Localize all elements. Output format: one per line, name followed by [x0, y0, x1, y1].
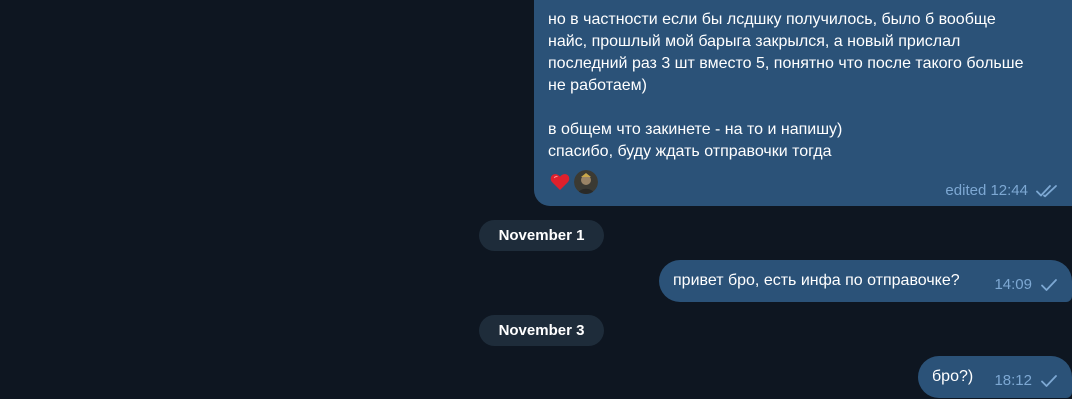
message-time: edited 12:44 [945, 182, 1028, 199]
date-separator: November 1 [479, 220, 604, 251]
message-meta: edited 12:44 [945, 180, 1058, 202]
outgoing-message-bubble[interactable]: бро?) 18:12 [918, 356, 1072, 398]
double-check-icon [1036, 184, 1058, 198]
reactions-row [548, 170, 598, 194]
heart-reaction-icon[interactable] [548, 170, 572, 194]
chat-view[interactable]: но в частности если бы лсдшку получилось… [0, 0, 1072, 399]
check-icon [1040, 374, 1058, 388]
message-text: бро?) [932, 368, 974, 385]
message-meta: 14:09 [994, 274, 1058, 296]
message-text: привет бро, есть инфа по отправочке? [673, 272, 960, 289]
reaction-user-avatar[interactable] [574, 170, 598, 194]
message-text: в общем что закинете - на то и напишу) с… [548, 121, 843, 160]
message-text: но в частности если бы лсдшку получилось… [548, 11, 1024, 94]
message-time: 14:09 [994, 276, 1032, 293]
message-time: 18:12 [994, 372, 1032, 389]
outgoing-message-bubble[interactable]: но в частности если бы лсдшку получилось… [534, 0, 1072, 206]
date-separator: November 3 [479, 315, 604, 346]
check-icon [1040, 278, 1058, 292]
message-meta: 18:12 [994, 370, 1058, 392]
outgoing-message-bubble[interactable]: привет бро, есть инфа по отправочке? 14:… [659, 260, 1072, 302]
